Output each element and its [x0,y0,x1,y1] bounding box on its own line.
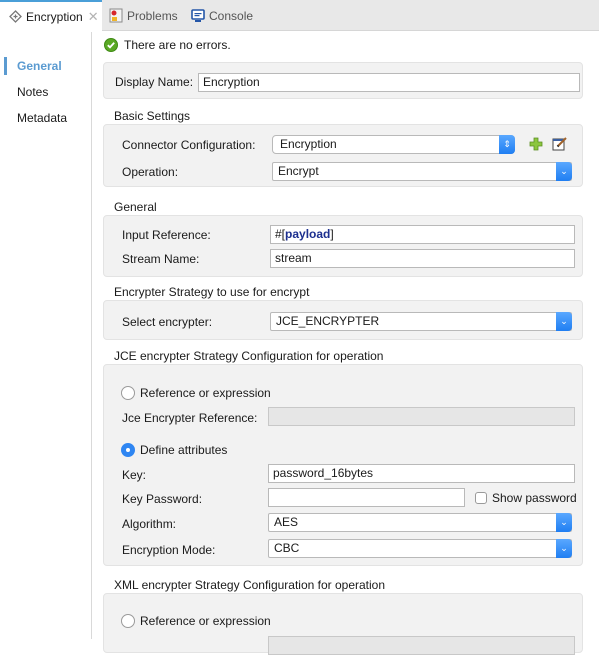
display-name-input[interactable]: Encryption [198,73,580,92]
connector-config-select[interactable]: Encryption ⇕ [272,135,515,154]
radio-button[interactable] [121,443,135,457]
radio-button[interactable] [121,614,135,628]
algorithm-value: AES [274,515,299,529]
key-password-input[interactable] [268,488,465,507]
connector-config-label: Connector Configuration: [122,138,256,152]
chevron-down-icon: ⌄ [556,312,572,331]
expr-suffix: ] [330,227,334,241]
encrypter-strategy-group: Select encrypter: JCE_ENCRYPTER ⌄ [103,300,583,340]
jce-config-group: Reference or expression Jce Encrypter Re… [103,364,583,566]
sidebar-item-metadata[interactable]: Metadata [0,107,90,129]
key-input[interactable]: password_16bytes [268,464,575,483]
display-name-group: Display Name: Encryption [103,62,583,99]
tab-label: Console [209,8,254,23]
edit-icon [552,137,567,151]
jce-reference-radio[interactable]: Reference or expression [121,386,271,400]
jce-encrypter-reference-label: Jce Encrypter Reference: [122,411,258,425]
tab-label: Problems [127,8,178,23]
define-attributes-radio-label: Define attributes [140,443,228,457]
define-attributes-radio[interactable]: Define attributes [121,443,227,457]
select-encrypter-label: Select encrypter: [122,315,213,329]
algorithm-label: Algorithm: [122,517,177,531]
chevron-down-icon: ⌄ [556,162,572,181]
problems-icon [108,8,124,24]
tab-encryption[interactable]: Encryption ✕ [0,0,102,31]
sidebar-item-general[interactable]: General [0,55,90,77]
operation-label: Operation: [122,165,179,179]
xml-config-group: Reference or expression [103,593,583,655]
console-icon [190,8,206,24]
basic-settings-title: Basic Settings [114,109,191,123]
general-title: General [114,200,157,214]
tab-problems[interactable]: Problems [108,0,178,31]
chevron-down-icon: ⌄ [556,539,572,558]
general-group: Input Reference: #[payload] Stream Name:… [103,215,583,277]
show-password-label: Show password [492,491,577,505]
encryption-mode-value: CBC [274,541,300,555]
status-message: There are no errors. [104,38,231,52]
properties-panel: There are no errors. Display Name: Encry… [93,32,599,655]
checkbox[interactable] [475,492,487,504]
edit-config-button[interactable] [552,136,568,155]
jce-reference-radio-label: Reference or expression [140,386,271,400]
tab-console[interactable]: Console [190,0,253,31]
encrypter-strategy-title: Encrypter Strategy to use for encrypt [114,285,310,299]
input-reference-label: Input Reference: [122,228,211,242]
jce-encrypter-reference-input[interactable] [268,407,575,426]
jce-config-title: JCE encrypter Strategy Configuration for… [114,349,384,363]
encryption-mode-select[interactable]: CBC ⌄ [268,539,572,558]
stream-name-input[interactable]: stream [270,249,575,268]
connector-config-value: Encryption [280,137,337,151]
operation-value: Encrypt [278,164,319,178]
operation-select[interactable]: Encrypt ⌄ [272,162,572,181]
expr-prefix: #[ [275,227,286,241]
updown-chevron-icon: ⇕ [499,135,515,154]
expr-payload: payload [285,227,331,241]
algorithm-select[interactable]: AES ⌄ [268,513,572,532]
radio-button[interactable] [121,386,135,400]
xml-reference-radio-label: Reference or expression [140,614,271,628]
display-name-label: Display Name: [115,75,194,89]
add-config-button[interactable] [529,137,543,154]
show-password-checkbox[interactable]: Show password [475,491,577,505]
stream-name-label: Stream Name: [122,252,200,266]
chevron-down-icon: ⌄ [556,513,572,532]
close-icon[interactable]: ✕ [88,9,99,25]
xml-reference-radio[interactable]: Reference or expression [121,614,271,628]
basic-settings-group: Connector Configuration: Encryption ⇕ Op… [103,124,583,187]
select-encrypter-select[interactable]: JCE_ENCRYPTER ⌄ [270,312,572,331]
tab-label: Encryption [26,9,83,24]
select-encrypter-value: JCE_ENCRYPTER [276,314,380,328]
editor-tab-bar: Encryption ✕ Problems Console [0,0,599,31]
input-reference-input[interactable]: #[payload] [270,225,575,244]
xml-config-title: XML encrypter Strategy Configuration for… [114,578,386,592]
encryption-mode-label: Encryption Mode: [122,543,216,557]
key-label: Key: [122,468,147,482]
key-password-label: Key Password: [122,492,203,506]
status-text: There are no errors. [124,38,231,52]
sidebar-item-notes[interactable]: Notes [0,81,90,103]
properties-sidebar: General Notes Metadata [0,32,92,639]
check-circle-icon [104,38,118,52]
connector-icon [7,9,23,25]
plus-icon [529,137,543,151]
